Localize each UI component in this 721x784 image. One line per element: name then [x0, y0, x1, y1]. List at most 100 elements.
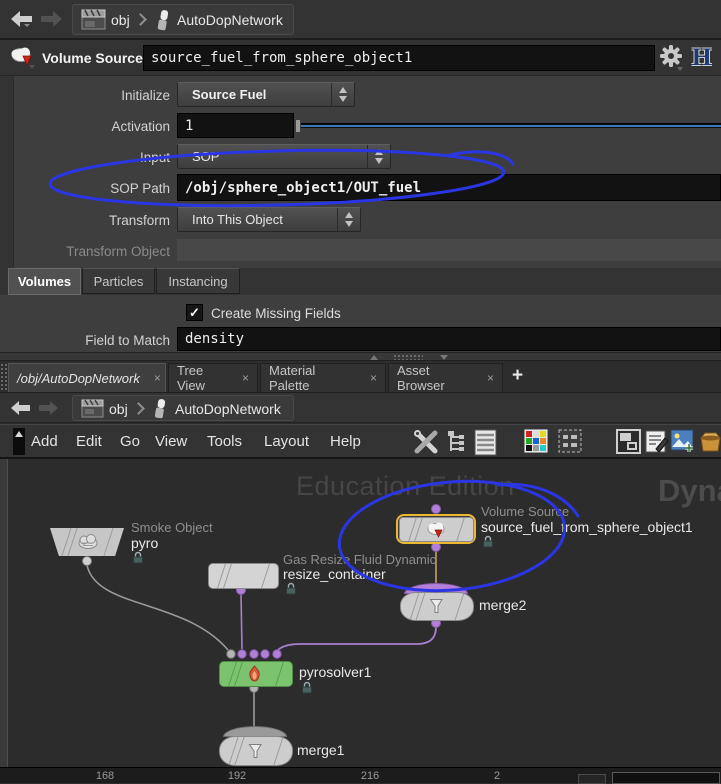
node-name-label[interactable]: pyro [131, 535, 158, 551]
windows-layout-icon[interactable] [616, 429, 641, 454]
breadcrumb-network[interactable]: AutoDopNetwork [175, 401, 281, 417]
splitter-up-icon[interactable] [370, 355, 378, 360]
node-merge2[interactable] [400, 592, 474, 621]
tab-particles[interactable]: Particles [82, 268, 155, 294]
breadcrumb: obj AutoDopNetwork [72, 4, 294, 35]
menu-view[interactable]: View [155, 425, 187, 457]
tree-view-icon[interactable] [447, 430, 467, 455]
close-tab-icon[interactable]: × [487, 371, 494, 385]
tab-instancing[interactable]: Instancing [156, 268, 240, 294]
breadcrumb-network[interactable]: AutoDopNetwork [177, 12, 283, 28]
node-type-label: Smoke Object [131, 520, 213, 535]
back-icon[interactable] [10, 399, 31, 417]
obj-clapperboard-icon [81, 9, 107, 31]
node-name-label[interactable]: source_fuel_from_sphere_object1 [481, 519, 693, 535]
breadcrumb: obj AutoDopNetwork [72, 395, 294, 421]
dashed-panel-icon[interactable] [558, 429, 582, 453]
gear-icon[interactable] [659, 44, 685, 72]
pane-tab-treeview[interactable]: Tree View× [168, 363, 258, 392]
network-wires [0, 459, 721, 767]
close-tab-icon[interactable]: × [154, 371, 161, 385]
color-palette-icon[interactable] [524, 429, 548, 453]
document-edit-icon[interactable] [644, 429, 669, 454]
node-name-label[interactable]: resize_container [283, 566, 386, 582]
node-pyrosolver1[interactable] [219, 661, 293, 687]
create-missing-fields-label: Create Missing Fields [211, 306, 341, 321]
timeline-ruler[interactable]: 168 192 216 2 [0, 767, 721, 783]
menu-layout[interactable]: Layout [264, 425, 309, 457]
input-label: Input [0, 146, 170, 170]
spinner-arrows-icon[interactable] [367, 145, 390, 168]
node-resize-container[interactable] [208, 563, 279, 589]
playbar-field-large[interactable] [612, 772, 720, 784]
transform-label: Transform [0, 209, 170, 233]
menu-add[interactable]: Add [31, 425, 58, 457]
menu-edit[interactable]: Edit [76, 425, 102, 457]
pane-tab-material-palette[interactable]: Material Palette× [260, 363, 386, 392]
pane-splitter[interactable] [0, 352, 721, 361]
box-icon[interactable] [698, 429, 721, 454]
param-tabs-section: Volumes Particles Instancing ✓ Create Mi… [0, 268, 721, 352]
close-tab-icon[interactable]: × [242, 371, 249, 385]
pane-tab-asset-browser[interactable]: Asset Browser× [388, 363, 503, 392]
dopnetwork-icon [153, 398, 168, 420]
node-merge1[interactable] [219, 736, 293, 766]
input-value: SOP [178, 149, 367, 164]
breadcrumb-obj[interactable]: obj [109, 401, 128, 417]
chevron-separator-icon [132, 402, 145, 415]
node-name-label[interactable]: merge2 [479, 597, 526, 613]
image-add-icon[interactable] [670, 429, 696, 455]
forward-icon[interactable] [40, 9, 63, 29]
houdini-logo-icon[interactable]: H [692, 44, 711, 72]
back-icon[interactable] [10, 9, 33, 29]
new-tab-button[interactable]: + [512, 365, 523, 387]
menu-go[interactable]: Go [120, 425, 140, 457]
close-tab-icon[interactable]: × [370, 371, 377, 385]
scroll-up-icon[interactable] [15, 431, 23, 437]
activation-input[interactable] [177, 113, 294, 138]
transform-dropdown[interactable]: Into This Object [177, 207, 361, 232]
activation-slider[interactable] [301, 123, 721, 128]
input-dropdown[interactable]: SOP [177, 144, 391, 169]
breadcrumb-obj[interactable]: obj [111, 12, 130, 28]
mini-scrollbar[interactable] [13, 428, 25, 455]
transform-object-label: Transform Object [0, 240, 170, 264]
fire-icon [247, 665, 262, 683]
pane-tabbar: /obj/AutoDopNetwork× Tree View× Material… [0, 361, 721, 392]
volume-source-icon[interactable] [9, 45, 37, 71]
field-to-match-label: Field to Match [0, 329, 170, 353]
menu-help[interactable]: Help [330, 425, 361, 457]
pane-grip[interactable] [0, 363, 8, 392]
node-name-input[interactable] [143, 45, 655, 71]
transform-object-field-disabled [177, 239, 721, 261]
funnel-icon [248, 743, 263, 760]
lock-icon [482, 535, 494, 548]
tools-wrench-icon[interactable] [413, 429, 440, 456]
spinner-arrows-icon[interactable] [337, 208, 360, 231]
field-to-match-input[interactable] [177, 327, 721, 351]
splitter-down-icon[interactable] [440, 355, 448, 360]
tab-volumes[interactable]: Volumes [8, 268, 81, 295]
splitter-grip[interactable] [393, 354, 423, 360]
dopnetwork-icon [155, 9, 171, 32]
node-volume-source-selected[interactable] [396, 514, 476, 544]
path-bar-top: obj AutoDopNetwork [0, 0, 721, 40]
list-view-icon[interactable] [474, 429, 497, 456]
network-editor[interactable]: Education Edition Dyna Smoke Object pyro [0, 459, 721, 767]
sop-path-input[interactable] [177, 174, 721, 201]
volume-source-node-icon [426, 521, 446, 538]
node-name-label[interactable]: pyrosolver1 [299, 664, 371, 680]
create-missing-fields-checkbox[interactable]: ✓ [186, 304, 203, 321]
menu-tools[interactable]: Tools [207, 425, 242, 457]
slider-handle[interactable] [296, 120, 300, 132]
node-name-label[interactable]: merge1 [297, 742, 344, 758]
path-bar-network: obj AutoDopNetwork [0, 392, 721, 423]
chevron-separator-icon [134, 13, 147, 26]
pane-tab-network[interactable]: /obj/AutoDopNetwork× [8, 363, 166, 392]
spinner-arrows-icon[interactable] [331, 83, 354, 106]
node-type-label: Volume Source [481, 504, 569, 519]
initialize-dropdown[interactable]: Source Fuel [177, 82, 355, 107]
node-pyro[interactable] [50, 528, 124, 556]
transform-value: Into This Object [178, 212, 337, 227]
forward-icon[interactable] [38, 399, 59, 417]
